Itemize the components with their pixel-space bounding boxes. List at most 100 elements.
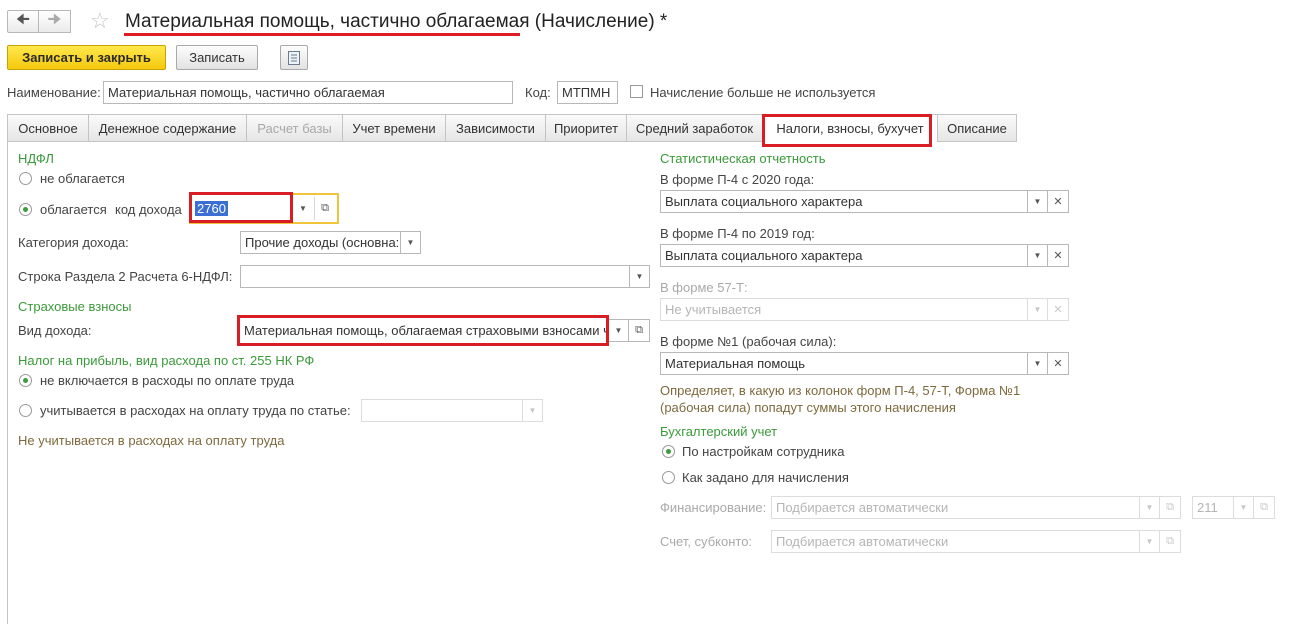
f57-select: Не учитывается xyxy=(660,298,1028,321)
p4-2020-select[interactable]: Выплата социального характера xyxy=(660,190,1028,213)
financing-label: Финансирование: xyxy=(660,500,767,515)
tab-dependencies[interactable]: Зависимости xyxy=(445,114,545,142)
f1-dropdown[interactable]: ▼ xyxy=(1028,352,1048,375)
ndfl-taxed-label: облагается xyxy=(40,202,107,217)
income-category-select[interactable]: Прочие доходы (основна: xyxy=(240,231,401,254)
f1-label: В форме №1 (рабочая сила): xyxy=(660,334,837,349)
arrow-right-icon: 🠊 xyxy=(47,11,62,28)
profit-tax-article-label: учитывается в расходах на оплату труда п… xyxy=(40,403,351,418)
accounting-employee-settings-label: По настройкам сотрудника xyxy=(682,444,845,459)
article-select: 211 xyxy=(1192,496,1234,519)
title-rest: (Начисление) * xyxy=(529,11,668,32)
p4-2019-dropdown[interactable]: ▼ xyxy=(1028,244,1048,267)
income-kind-dropdown[interactable]: ▼ xyxy=(609,319,629,342)
financing-select: Подбирается автоматически xyxy=(771,496,1140,519)
document-list-icon xyxy=(288,50,300,65)
ndfl-not-taxed-radio[interactable] xyxy=(19,172,32,185)
accounting-employee-settings-radio[interactable] xyxy=(662,445,675,458)
tab-time[interactable]: Учет времени xyxy=(342,114,445,142)
profit-tax-article-dropdown: ▼ xyxy=(523,399,543,422)
accounting-section-title: Бухгалтерский учет xyxy=(660,424,778,439)
ndfl-taxed-radio[interactable] xyxy=(19,203,32,216)
tab-main[interactable]: Основное xyxy=(7,114,88,142)
income-code-open-button[interactable]: ⧉ xyxy=(314,197,335,220)
income-category-label: Категория дохода: xyxy=(18,235,129,250)
stats-note-line1: Определяет, в какую из колонок форм П-4,… xyxy=(660,383,1021,398)
arrow-left-icon: 🠈 xyxy=(16,11,30,28)
financing-open-button: ⧉ xyxy=(1160,496,1181,519)
code-label: Код: xyxy=(525,85,551,100)
income-kind-open-button[interactable]: ⧉ xyxy=(629,319,650,342)
save-button[interactable]: Записать xyxy=(176,45,258,70)
tab-avg-earnings[interactable]: Средний заработок xyxy=(626,114,762,142)
income-code-label: код дохода xyxy=(115,202,182,217)
accounting-accrual-settings-radio[interactable] xyxy=(662,471,675,484)
stats-section-title: Статистическая отчетность xyxy=(660,151,826,166)
forward-button[interactable]: 🠊 xyxy=(39,10,71,33)
income-kind-highlight xyxy=(237,315,609,346)
clear-icon: ✕ xyxy=(1053,304,1063,316)
profit-tax-article-select xyxy=(361,399,523,422)
save-and-close-button[interactable]: Записать и закрыть xyxy=(7,45,166,70)
stats-note-line2: (рабочая сила) попадут суммы этого начис… xyxy=(660,400,956,415)
tab-panel-border-left xyxy=(7,142,8,624)
income-code-dropdown[interactable]: ▼ xyxy=(293,197,313,220)
f57-clear-button: ✕ xyxy=(1048,298,1069,321)
income-category-dropdown[interactable]: ▼ xyxy=(401,231,421,254)
p4-2020-dropdown[interactable]: ▼ xyxy=(1028,190,1048,213)
tab-base-calc: Расчет базы xyxy=(246,114,342,142)
title-main: Материальная помощь, частично облагаемая xyxy=(125,11,530,32)
tab-taxes-highlight xyxy=(762,114,932,147)
insurance-section-title: Страховые взносы xyxy=(18,299,132,314)
profit-tax-article-radio[interactable] xyxy=(19,404,32,417)
title-underline xyxy=(124,33,520,36)
f1-select[interactable]: Материальная помощь xyxy=(660,352,1028,375)
f1-clear-button[interactable]: ✕ xyxy=(1048,352,1069,375)
more-button[interactable] xyxy=(280,45,308,70)
unused-checkbox[interactable] xyxy=(630,85,643,98)
tab-salary[interactable]: Денежное содержание xyxy=(88,114,246,142)
p4-2019-select[interactable]: Выплата социального характера xyxy=(660,244,1028,267)
financing-dropdown: ▼ xyxy=(1140,496,1160,519)
clear-icon: ✕ xyxy=(1053,250,1063,262)
tab-priority[interactable]: Приоритет xyxy=(545,114,626,142)
name-label: Наименование: xyxy=(7,85,101,100)
profit-tax-not-included-label: не включается в расходы по оплате труда xyxy=(40,373,295,388)
p4-2019-label: В форме П-4 по 2019 год: xyxy=(660,226,815,241)
f57-label: В форме 57-Т: xyxy=(660,280,748,295)
article-dropdown: ▼ xyxy=(1234,496,1254,519)
row6-dropdown[interactable]: ▼ xyxy=(630,265,650,288)
code-input[interactable]: МТПМН xyxy=(557,81,618,104)
p4-2020-label: В форме П-4 с 2020 года: xyxy=(660,172,815,187)
account-label: Счет, субконто: xyxy=(660,534,753,549)
row6-select[interactable] xyxy=(240,265,630,288)
page-title: Материальная помощь, частично облагаемая… xyxy=(125,11,667,33)
open-window-icon: ⧉ xyxy=(321,202,329,214)
name-input[interactable]: Материальная помощь, частично облагаемая xyxy=(103,81,513,104)
profit-tax-not-included-radio[interactable] xyxy=(19,374,32,387)
tab-description[interactable]: Описание xyxy=(937,114,1017,142)
star-icon[interactable]: ☆ xyxy=(90,8,110,34)
article-open-button: ⧉ xyxy=(1254,496,1275,519)
accounting-accrual-settings-label: Как задано для начисления xyxy=(682,470,849,485)
profit-tax-section-title: Налог на прибыль, вид расхода по ст. 255… xyxy=(18,353,315,368)
account-select: Подбирается автоматически xyxy=(771,530,1140,553)
back-button[interactable]: 🠈 xyxy=(7,10,39,33)
p4-2019-clear-button[interactable]: ✕ xyxy=(1048,244,1069,267)
clear-icon: ✕ xyxy=(1053,358,1063,370)
p4-2020-clear-button[interactable]: ✕ xyxy=(1048,190,1069,213)
open-window-icon: ⧉ xyxy=(1166,501,1174,513)
open-window-icon: ⧉ xyxy=(635,324,643,336)
income-code-highlight xyxy=(189,192,293,223)
f57-dropdown: ▼ xyxy=(1028,298,1048,321)
income-kind-label: Вид дохода: xyxy=(18,323,92,338)
account-open-button: ⧉ xyxy=(1160,530,1181,553)
ndfl-section-title: НДФЛ xyxy=(18,151,54,166)
profit-tax-note: Не учитывается в расходах на оплату труд… xyxy=(18,433,285,448)
ndfl-not-taxed-label: не облагается xyxy=(40,171,125,186)
row6-label: Строка Раздела 2 Расчета 6-НДФЛ: xyxy=(18,269,233,284)
open-window-icon: ⧉ xyxy=(1260,501,1268,513)
unused-label: Начисление больше не используется xyxy=(650,85,876,100)
open-window-icon: ⧉ xyxy=(1166,535,1174,547)
account-dropdown: ▼ xyxy=(1140,530,1160,553)
